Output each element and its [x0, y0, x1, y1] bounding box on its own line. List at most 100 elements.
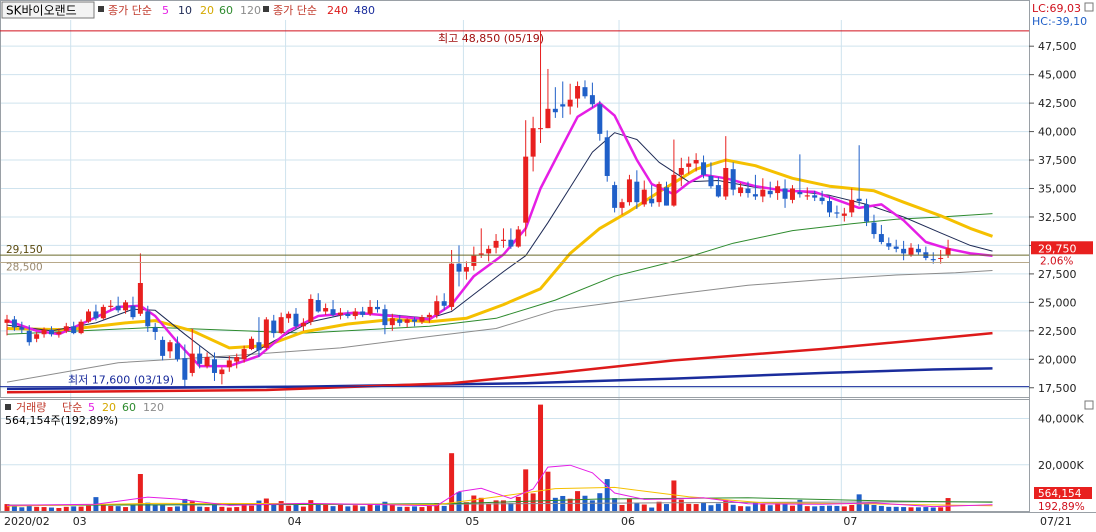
candle — [48, 326, 54, 337]
vol-ma60-legend[interactable]: 60 — [122, 401, 136, 414]
volume-bar — [812, 506, 818, 511]
volume-bar — [901, 507, 907, 511]
candle — [404, 318, 410, 328]
candle — [434, 295, 440, 319]
candle — [789, 185, 795, 204]
volume-legend: 거래량 단순 5 20 60 120 564,154주(192,89%) — [5, 401, 164, 427]
volume-bar — [486, 503, 492, 511]
volume-bar — [841, 506, 847, 511]
volume-bar — [323, 504, 329, 511]
volume-bar — [626, 498, 632, 511]
volume-bar — [249, 505, 255, 511]
candle — [478, 228, 484, 258]
candle — [523, 120, 529, 237]
volume-bar — [115, 506, 121, 511]
vol-ma20-legend[interactable]: 20 — [102, 401, 116, 414]
current-volume-pct: 192,89% — [1038, 501, 1085, 513]
volume-bar — [708, 505, 714, 511]
volume-bar — [167, 507, 173, 511]
candle — [456, 245, 462, 287]
volume-bar — [938, 507, 944, 511]
ma5-legend[interactable]: 5 — [162, 4, 169, 17]
candle — [449, 249, 455, 311]
candle — [493, 234, 499, 254]
date-tick-label: 03 — [73, 515, 87, 528]
panel-toggle-icon[interactable] — [1084, 400, 1094, 410]
candle — [463, 261, 469, 280]
candle — [841, 207, 847, 222]
high-annotation: 최고 48,850 (05/19) — [438, 32, 544, 45]
candle — [382, 304, 388, 335]
volume-bar — [337, 504, 343, 511]
candle — [130, 296, 136, 320]
volume-title: 거래량 — [16, 401, 46, 414]
volume-bar — [11, 505, 17, 511]
candle — [938, 249, 944, 264]
volume-bar — [330, 506, 336, 511]
ma60-legend[interactable]: 60 — [219, 4, 233, 17]
volume-bar — [56, 507, 62, 511]
ma20-legend[interactable]: 20 — [200, 4, 214, 17]
price-tick-label: 37,500 — [1038, 154, 1077, 167]
volume-bar — [730, 504, 736, 511]
ma240-legend[interactable]: 240 — [327, 4, 348, 17]
volume-bar — [575, 491, 581, 511]
candle — [471, 246, 477, 271]
volume-bar — [108, 505, 114, 511]
current-price-label: 29,750 — [1038, 242, 1077, 255]
volume-bar — [678, 499, 684, 511]
volume-bar — [804, 506, 810, 511]
volume-bar — [241, 504, 247, 511]
vol-ma120-legend[interactable]: 120 — [143, 401, 164, 414]
chart-legend: SK바이오랜드 종가 단순 5 10 20 60 120 종가 단순 240 4… — [1, 1, 375, 19]
candle — [641, 180, 647, 207]
price-axis[interactable]: 47,500 45,000 42,500 40,000 37,500 35,000 32,5… — [1029, 40, 1077, 395]
candle — [345, 310, 351, 319]
volume-tick-label: 40,000K — [1038, 413, 1084, 426]
price-tick-label: 17,500 — [1038, 382, 1077, 395]
volume-bar — [915, 507, 921, 511]
volume-bar — [71, 506, 77, 511]
vol-ma5-legend[interactable]: 5 — [88, 401, 95, 414]
volume-bar — [760, 503, 766, 511]
candle — [263, 317, 269, 351]
volume-bar — [923, 507, 929, 511]
volume-bar — [508, 503, 514, 511]
volume-bar — [634, 503, 640, 511]
candle — [552, 87, 558, 118]
ma2-legend-label: 종가 단순 — [273, 4, 317, 17]
candle — [775, 180, 781, 200]
volume-bar — [619, 504, 625, 511]
volume-bar — [345, 506, 351, 511]
volume-bar — [397, 506, 403, 511]
ma120-legend[interactable]: 120 — [240, 4, 261, 17]
volume-bar — [315, 504, 321, 511]
volume-bar — [256, 500, 262, 511]
candle — [560, 81, 566, 118]
candle — [360, 306, 366, 318]
moving-average-lines — [6, 101, 994, 394]
volume-bar — [849, 504, 855, 511]
volume-bar — [782, 504, 788, 511]
ma10-legend[interactable]: 10 — [178, 4, 192, 17]
price-tick-label: 42,500 — [1038, 97, 1077, 110]
volume-bar — [827, 505, 833, 511]
volume-bar — [441, 505, 447, 511]
candle — [100, 304, 106, 320]
price-tick-label: 47,500 — [1038, 40, 1077, 53]
volume-bar — [219, 506, 225, 511]
ma480-legend[interactable]: 480 — [354, 4, 375, 17]
volume-bar — [878, 505, 884, 511]
candle — [634, 170, 640, 209]
candle — [152, 322, 158, 340]
volume-bar — [426, 505, 432, 511]
candle — [189, 328, 195, 377]
volume-bar — [930, 507, 936, 511]
panel-toggle-icon[interactable] — [1084, 2, 1094, 12]
candle — [337, 308, 343, 320]
candle — [308, 294, 314, 326]
candle — [597, 100, 603, 141]
volume-bar — [663, 504, 669, 511]
candle — [567, 83, 573, 115]
volume-bar — [693, 504, 699, 511]
